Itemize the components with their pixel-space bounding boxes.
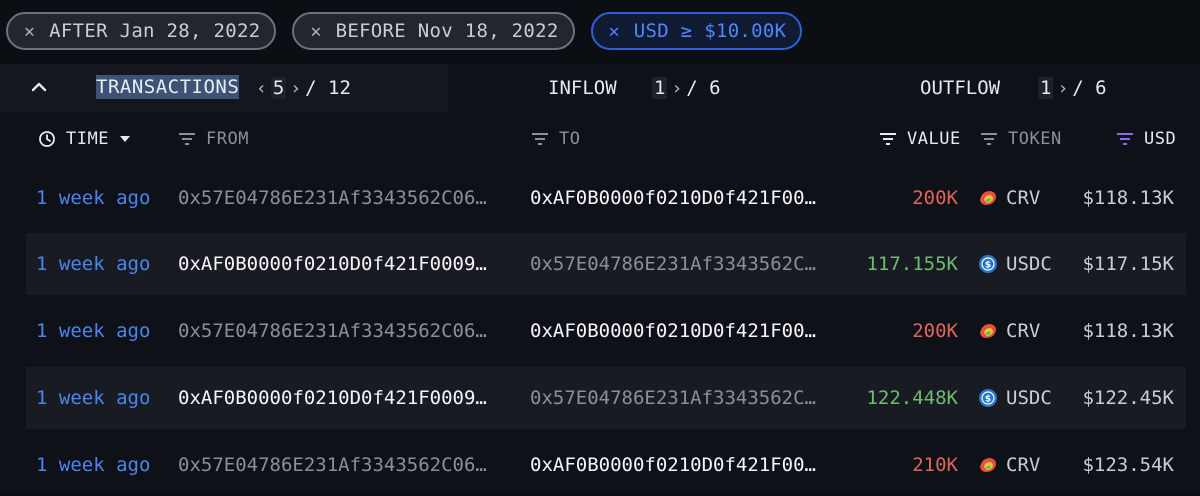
tab-outflow-label: OUTFLOW (920, 77, 1001, 99)
table-row[interactable]: 1 week ago 0x57E04786E231Af3343562C06… 0… (26, 167, 1186, 229)
token-cell[interactable]: CRV (978, 167, 1040, 229)
usd-amount: $118.13K (1082, 320, 1174, 342)
usd-amount: $123.54K (1082, 454, 1174, 476)
from-address[interactable]: 0xAF0B0000f0210D0f421F0009… (178, 233, 508, 295)
token-symbol: CRV (1006, 187, 1041, 209)
close-icon[interactable]: ✕ (24, 21, 35, 42)
time-link[interactable]: 1 week ago (36, 233, 150, 295)
time-link[interactable]: 1 week ago (36, 300, 150, 362)
filter-icon[interactable] (879, 132, 897, 146)
filter-chips: ✕ AFTER Jan 28, 2022 ✕ BEFORE Nov 18, 20… (6, 12, 803, 50)
column-header-value[interactable]: VALUE (879, 126, 961, 152)
table-row[interactable]: 1 week ago 0x57E04786E231Af3343562C06… 0… (26, 434, 1186, 496)
column-header-usd[interactable]: USD (1116, 126, 1176, 152)
outflow-page-total: / 6 (1072, 77, 1107, 99)
filter-chip-label: AFTER Jan 28, 2022 (49, 20, 261, 42)
inflow-page-number[interactable]: 1 (652, 77, 668, 99)
column-header-from-label: FROM (206, 129, 249, 149)
value-amount: 200K (912, 320, 958, 342)
to-address[interactable]: 0xAF0B0000f0210D0f421F00… (530, 167, 860, 229)
crv-token-icon (980, 458, 996, 472)
token-symbol: USDC (1006, 387, 1052, 409)
column-header-usd-label: USD (1144, 129, 1177, 149)
to-address[interactable]: 0x57E04786E231Af3343562C… (530, 233, 860, 295)
chevron-right-icon[interactable]: › (1057, 78, 1068, 99)
token-cell[interactable]: CRV (978, 434, 1040, 496)
filter-chip-label: USD ≥ $10.00K (633, 20, 787, 42)
inflow-pager: 1 › / 6 (652, 64, 721, 112)
time-link[interactable]: 1 week ago (36, 434, 150, 496)
chevron-right-icon[interactable]: › (290, 78, 301, 99)
to-address[interactable]: 0xAF0B0000f0210D0f421F00… (530, 434, 860, 496)
outflow-pager: 1 › / 6 (1038, 64, 1107, 112)
column-header-to[interactable]: TO (531, 126, 580, 152)
value-amount: 210K (912, 454, 958, 476)
filter-chip-after[interactable]: ✕ AFTER Jan 28, 2022 (6, 12, 277, 50)
from-address[interactable]: 0x57E04786E231Af3343562C06… (178, 167, 508, 229)
column-header-from[interactable]: FROM (178, 126, 249, 152)
table-row[interactable]: 1 week ago 0x57E04786E231Af3343562C06… 0… (26, 300, 1186, 362)
clock-icon (39, 131, 55, 147)
column-header-token[interactable]: TOKEN (980, 126, 1062, 152)
svg-text:$: $ (985, 261, 991, 271)
column-header-to-label: TO (559, 129, 581, 149)
usd-amount: $117.15K (1082, 253, 1174, 275)
inflow-page-total: / 6 (686, 77, 721, 99)
to-address[interactable]: 0x57E04786E231Af3343562C… (530, 367, 860, 429)
column-header-value-label: VALUE (907, 129, 961, 149)
transactions-page-total: / 12 (305, 77, 351, 99)
outflow-page-number[interactable]: 1 (1038, 77, 1054, 99)
from-address[interactable]: 0x57E04786E231Af3343562C06… (178, 300, 508, 362)
table-row[interactable]: 1 week ago 0xAF0B0000f0210D0f421F0009… 0… (26, 233, 1186, 295)
transactions-page-number[interactable]: 5 (270, 77, 287, 99)
tab-outflow[interactable]: OUTFLOW (920, 64, 1000, 112)
value-amount: 122.448K (866, 387, 958, 409)
column-header-time[interactable]: TIME (38, 126, 131, 152)
token-cell[interactable]: CRV (978, 300, 1040, 362)
usd-amount: $122.45K (1082, 387, 1174, 409)
tab-bar: TRANSACTIONS ‹ 5 › / 12 INFLOW 1 › / 6 O… (0, 64, 1200, 112)
token-cell[interactable]: $ USDC (978, 233, 1052, 295)
filter-icon[interactable] (178, 132, 196, 146)
filter-active-icon[interactable] (1116, 132, 1134, 146)
crv-token-icon (980, 324, 996, 338)
usd-amount: $118.13K (1082, 187, 1174, 209)
chevron-left-icon[interactable]: ‹ (256, 78, 267, 99)
tab-inflow[interactable]: INFLOW (548, 64, 617, 112)
token-symbol: CRV (1006, 454, 1041, 476)
close-icon[interactable]: ✕ (609, 21, 620, 42)
token-symbol: CRV (1006, 320, 1041, 342)
value-amount: 200K (912, 187, 958, 209)
collapse-chevron-up-icon[interactable] (30, 78, 48, 96)
to-address[interactable]: 0xAF0B0000f0210D0f421F00… (530, 300, 860, 362)
filter-icon[interactable] (980, 132, 998, 146)
tab-inflow-label: INFLOW (548, 77, 617, 99)
close-icon[interactable]: ✕ (310, 21, 321, 42)
transactions-pager: ‹ 5 › / 12 (256, 64, 351, 112)
time-link[interactable]: 1 week ago (36, 167, 150, 229)
table-row[interactable]: 1 week ago 0xAF0B0000f0210D0f421F0009… 0… (26, 367, 1186, 429)
token-cell[interactable]: $ USDC (978, 367, 1052, 429)
sort-desc-caret-icon[interactable] (119, 135, 131, 143)
time-link[interactable]: 1 week ago (36, 367, 150, 429)
column-header-token-label: TOKEN (1008, 129, 1062, 149)
value-amount: 117.155K (866, 253, 958, 275)
usdc-token-icon: $ (979, 389, 997, 407)
svg-text:$: $ (985, 395, 991, 405)
chevron-right-icon[interactable]: › (671, 78, 682, 99)
filter-chip-before[interactable]: ✕ BEFORE Nov 18, 2022 (292, 12, 575, 50)
token-symbol: USDC (1006, 253, 1052, 275)
filter-icon[interactable] (531, 132, 549, 146)
column-header-time-label: TIME (66, 129, 109, 149)
crv-token-icon (980, 191, 996, 205)
filter-chip-label: BEFORE Nov 18, 2022 (335, 20, 559, 42)
tab-transactions[interactable]: TRANSACTIONS (96, 75, 240, 99)
usdc-token-icon: $ (979, 255, 997, 273)
from-address[interactable]: 0xAF0B0000f0210D0f421F0009… (178, 367, 508, 429)
filter-chip-usd[interactable]: ✕ USD ≥ $10.00K (590, 12, 803, 50)
from-address[interactable]: 0x57E04786E231Af3343562C06… (178, 434, 508, 496)
